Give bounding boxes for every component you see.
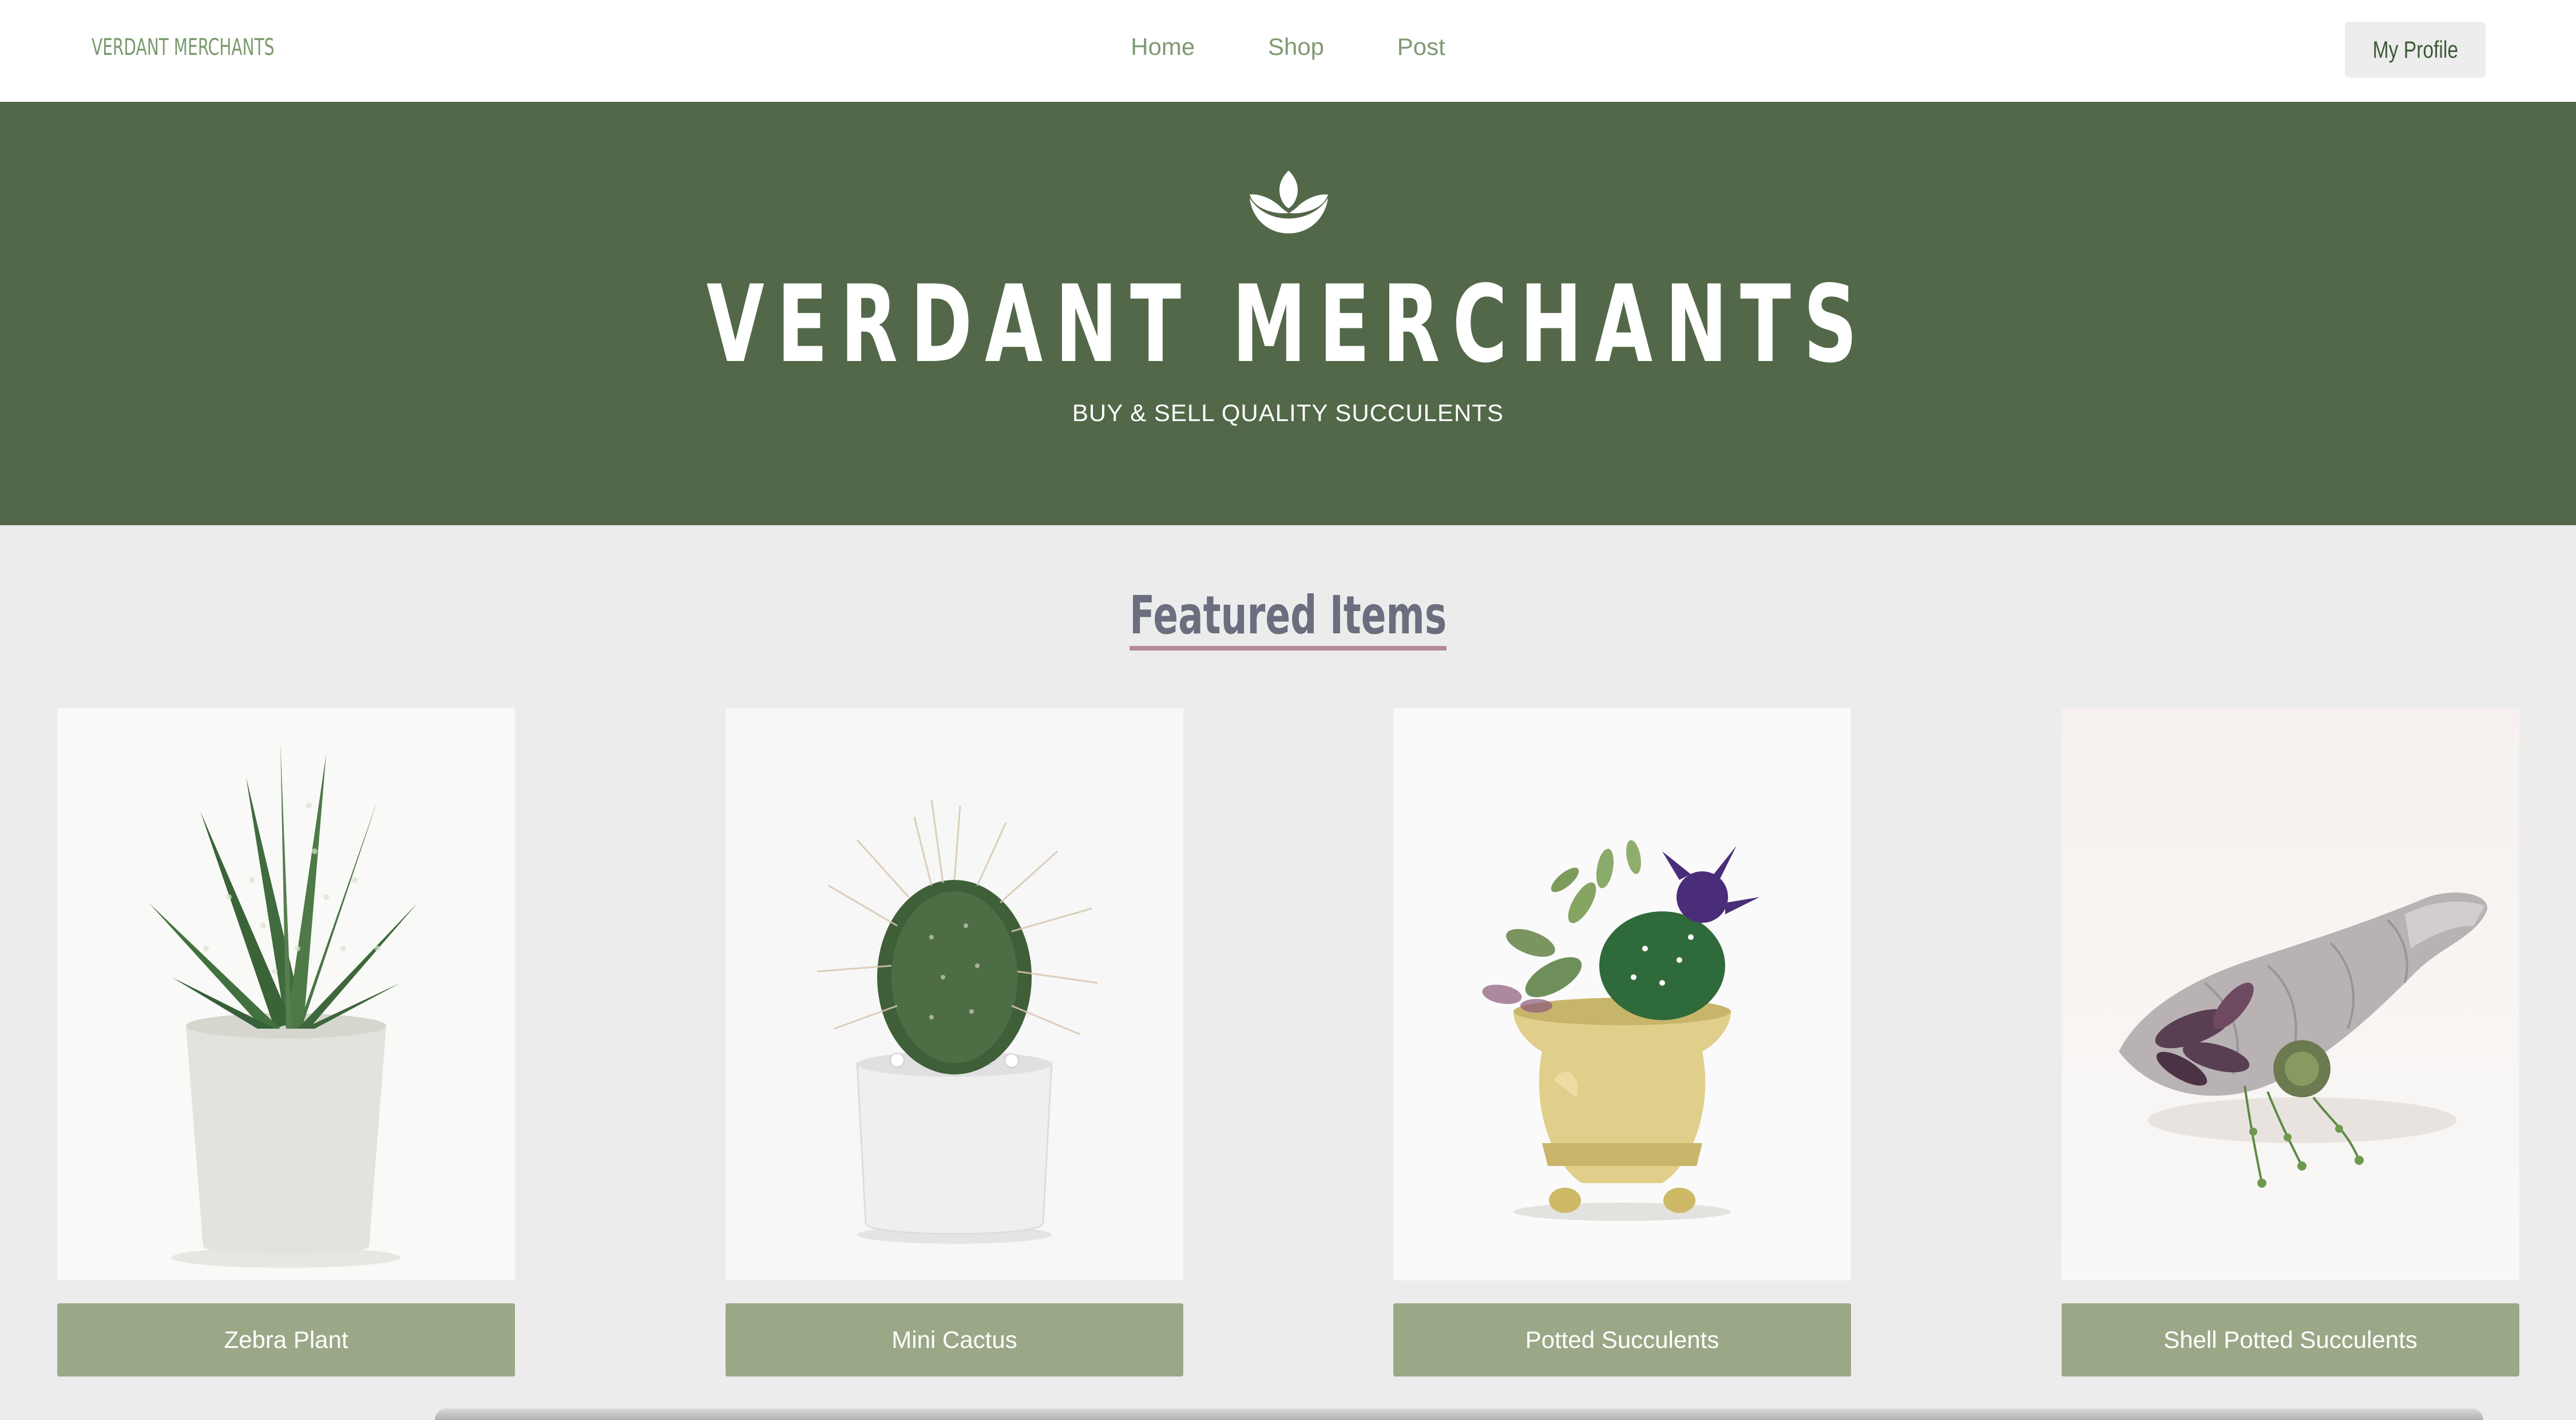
product-button-shell-potted-succulents[interactable]: Shell Potted Succulents	[2062, 1303, 2519, 1377]
hero-subtitle: BUY & SELL QUALITY SUCCULENTS	[1072, 399, 1504, 426]
bottom-edge-shadow	[435, 1409, 2483, 1420]
mini-cactus-photo[interactable]	[726, 708, 1183, 1280]
my-profile-button[interactable]: My Profile	[2345, 22, 2486, 78]
product-button-zebra-plant[interactable]: Zebra Plant	[57, 1303, 515, 1377]
featured-heading: Featured Items	[0, 585, 2576, 650]
lotus-icon	[1250, 170, 1328, 233]
top-navbar: VERDANT MERCHANTS Home Shop Post My Prof…	[0, 0, 2576, 102]
nav-link-post[interactable]: Post	[1397, 33, 1445, 61]
hero-title: VERDANT MERCHANTS	[0, 262, 2576, 386]
hero-title-text: VERDANT MERCHANTS	[706, 262, 1870, 386]
product-card: Zebra Plant	[57, 708, 515, 1377]
my-profile-label: My Profile	[2372, 36, 2458, 63]
nav-link-shop[interactable]: Shop	[1268, 33, 1324, 61]
zebra-plant-photo[interactable]	[57, 708, 515, 1280]
hero-banner: VERDANT MERCHANTS BUY & SELL QUALITY SUC…	[0, 102, 2576, 525]
product-card: Potted Succulents	[1393, 708, 1851, 1377]
product-button-mini-cactus[interactable]: Mini Cactus	[726, 1303, 1183, 1377]
product-button-potted-succulents[interactable]: Potted Succulents	[1393, 1303, 1851, 1377]
product-card: Shell Potted Succulents	[2062, 708, 2519, 1377]
shell-potted-succulents-photo[interactable]	[2062, 708, 2519, 1280]
potted-succulents-photo[interactable]	[1393, 708, 1851, 1280]
nav-links: Home Shop Post	[0, 33, 2576, 61]
featured-heading-text: Featured Items	[1129, 588, 1447, 650]
product-card: Mini Cactus	[726, 708, 1183, 1377]
nav-link-home[interactable]: Home	[1131, 33, 1195, 61]
